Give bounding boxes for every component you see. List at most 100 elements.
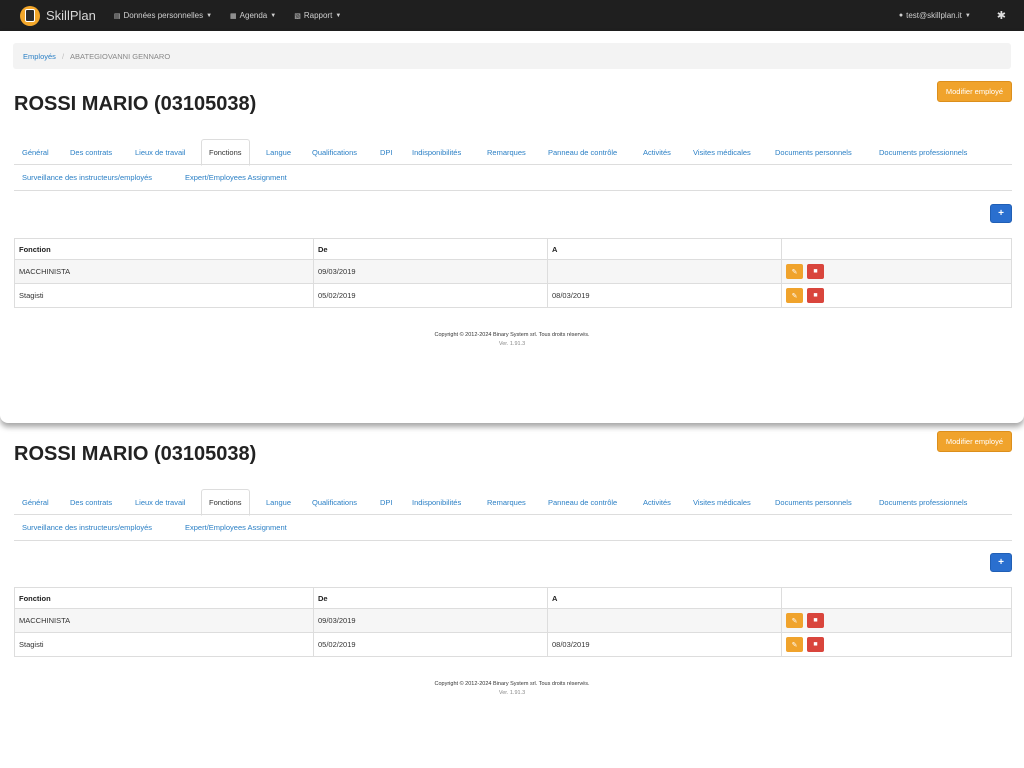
- tab-general[interactable]: Général: [22, 498, 49, 507]
- footer: Copyright © 2012-2024 Binary System srl.…: [0, 680, 1024, 698]
- add-button[interactable]: +: [990, 204, 1012, 223]
- caret-down-icon: ▼: [206, 12, 213, 19]
- user-icon: ●: [898, 12, 904, 19]
- page-background-duplicate: ROSSI MARIO (03105038) Modifier employé …: [0, 431, 1024, 768]
- breadcrumb: Employés / ABATEGIOVANNI GENNARO: [13, 43, 1011, 69]
- table-header-row: Fonction De A: [14, 238, 1012, 260]
- cell-actions: ✎ ■: [781, 283, 1012, 308]
- tab-fonctions[interactable]: Fonctions: [201, 139, 250, 166]
- trash-icon[interactable]: ■: [807, 288, 824, 303]
- tab-divider: [14, 164, 1012, 165]
- page-card-main: Employés / ABATEGIOVANNI GENNARO ROSSI M…: [0, 31, 1024, 423]
- brand-name: SkillPlan: [46, 8, 96, 23]
- cell-fonction: Stagisti: [14, 632, 314, 657]
- tab-remarques[interactable]: Remarques: [487, 498, 526, 507]
- col-actions: [781, 587, 1012, 609]
- tab-divider: [14, 514, 1012, 515]
- col-a: A: [547, 238, 782, 260]
- calendar-icon: ▦: [230, 12, 237, 20]
- cell-fonction: MACCHINISTA: [14, 259, 314, 284]
- tab-dpi[interactable]: DPI: [380, 498, 393, 507]
- col-fonction: Fonction: [14, 587, 314, 609]
- tab-docs-pro[interactable]: Documents professionnels: [879, 498, 967, 507]
- tab-expert[interactable]: Expert/Employees Assignment: [185, 523, 287, 532]
- pencil-icon[interactable]: ✎: [786, 613, 803, 628]
- skillplan-logo-icon: [20, 5, 40, 26]
- cell-actions: ✎ ■: [781, 608, 1012, 633]
- tab-contrats[interactable]: Des contrats: [70, 498, 112, 507]
- menu-rapport[interactable]: ▧ Rapport ▼: [294, 11, 341, 20]
- col-de: De: [313, 238, 548, 260]
- footer: Copyright © 2012-2024 Binary System srl.…: [0, 331, 1024, 349]
- edit-employee-button[interactable]: Modifier employé: [936, 431, 1012, 452]
- tab-expert[interactable]: Expert/Employees Assignment: [185, 173, 287, 182]
- tab-docs-perso[interactable]: Documents personnels: [775, 148, 852, 157]
- cell-de: 05/02/2019: [313, 283, 548, 308]
- tab-lieux[interactable]: Lieux de travail: [135, 148, 185, 157]
- pencil-icon[interactable]: ✎: [786, 264, 803, 279]
- user-email: test@skillplan.it: [906, 11, 962, 20]
- tab-general[interactable]: Général: [22, 148, 49, 157]
- cell-a: [547, 608, 782, 633]
- tab-lieux[interactable]: Lieux de travail: [135, 498, 185, 507]
- cell-de: 09/03/2019: [313, 259, 548, 284]
- cell-fonction: Stagisti: [14, 283, 314, 308]
- pencil-icon[interactable]: ✎: [786, 288, 803, 303]
- cell-de: 05/02/2019: [313, 632, 548, 657]
- tab-panneau[interactable]: Panneau de contrôle: [548, 148, 617, 157]
- cell-fonction: MACCHINISTA: [14, 608, 314, 633]
- tab-indisponibilites[interactable]: Indisponibilités: [412, 498, 461, 507]
- add-button[interactable]: +: [990, 553, 1012, 572]
- user-menu[interactable]: ● test@skillplan.it ▼: [899, 11, 971, 20]
- cell-a: 08/03/2019: [547, 283, 782, 308]
- table-row: MACCHINISTA 09/03/2019 ✎ ■: [14, 608, 1012, 633]
- trash-icon[interactable]: ■: [807, 264, 824, 279]
- col-fonction: Fonction: [14, 238, 314, 260]
- tab-fonctions[interactable]: Fonctions: [201, 489, 250, 516]
- gear-icon[interactable]: ✱: [997, 9, 1006, 22]
- tab-visites[interactable]: Visites médicales: [693, 498, 751, 507]
- pencil-icon[interactable]: ✎: [786, 637, 803, 652]
- col-actions: [781, 238, 1012, 260]
- tab-qualifications[interactable]: Qualifications: [312, 148, 357, 157]
- trash-icon[interactable]: ■: [807, 637, 824, 652]
- tab-indisponibilites[interactable]: Indisponibilités: [412, 148, 461, 157]
- tab-docs-perso[interactable]: Documents personnels: [775, 498, 852, 507]
- copyright-text: Copyright © 2012-2024 Binary System srl.…: [434, 681, 590, 687]
- menu-donnees-personnelles[interactable]: ▤ Données personnelles ▼: [114, 11, 212, 20]
- table-row: Stagisti 05/02/2019 08/03/2019 ✎ ■: [14, 283, 1012, 308]
- functions-table: Fonction De A MACCHINISTA 09/03/2019 ✎ ■ …: [14, 238, 1012, 308]
- trash-icon[interactable]: ■: [807, 613, 824, 628]
- caret-down-icon: ▼: [270, 12, 277, 19]
- cell-actions: ✎ ■: [781, 259, 1012, 284]
- tab-visites[interactable]: Visites médicales: [693, 148, 751, 157]
- tab-bar: Général Des contrats Lieux de travail Fo…: [14, 489, 1012, 541]
- cell-a: [547, 259, 782, 284]
- tab-docs-pro[interactable]: Documents professionnels: [879, 148, 967, 157]
- edit-employee-button[interactable]: Modifier employé: [936, 81, 1012, 102]
- tab-dpi[interactable]: DPI: [380, 148, 393, 157]
- caret-down-icon: ▼: [964, 12, 971, 19]
- tab-surveillance[interactable]: Surveillance des instructeurs/employés: [22, 173, 152, 182]
- brand[interactable]: SkillPlan: [20, 5, 96, 26]
- tab-activites[interactable]: Activités: [643, 148, 671, 157]
- tab-langue[interactable]: Langue: [266, 148, 291, 157]
- tab-activites[interactable]: Activités: [643, 498, 671, 507]
- tab-contrats[interactable]: Des contrats: [70, 148, 112, 157]
- table-row: Stagisti 05/02/2019 08/03/2019 ✎ ■: [14, 632, 1012, 657]
- tab-surveillance[interactable]: Surveillance des instructeurs/employés: [22, 523, 152, 532]
- table-row: MACCHINISTA 09/03/2019 ✎ ■: [14, 259, 1012, 284]
- page-title: ROSSI MARIO (03105038): [14, 93, 257, 115]
- breadcrumb-separator: /: [61, 51, 65, 61]
- tab-langue[interactable]: Langue: [266, 498, 291, 507]
- col-de: De: [313, 587, 548, 609]
- menu-agenda[interactable]: ▦ Agenda ▼: [230, 11, 276, 20]
- tab-panneau[interactable]: Panneau de contrôle: [548, 498, 617, 507]
- col-a: A: [547, 587, 782, 609]
- menu-label: Données personnelles: [123, 11, 204, 20]
- folder-icon: ▤: [113, 12, 121, 20]
- breadcrumb-employes[interactable]: Employés: [23, 52, 56, 61]
- tab-qualifications[interactable]: Qualifications: [312, 498, 357, 507]
- cell-de: 09/03/2019: [313, 608, 548, 633]
- tab-remarques[interactable]: Remarques: [487, 148, 526, 157]
